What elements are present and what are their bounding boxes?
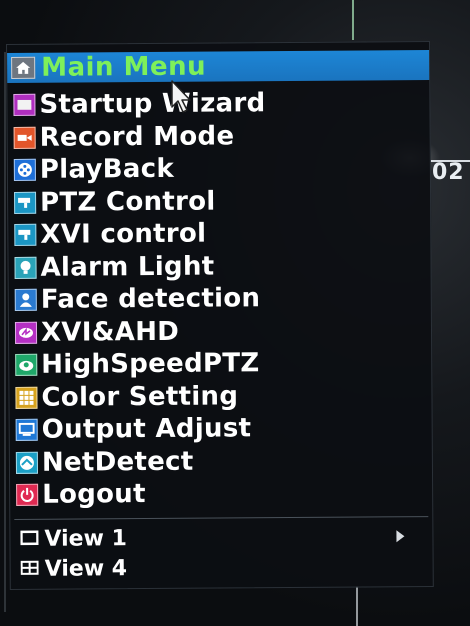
main-menu-header[interactable]: Main Menu — [7, 50, 430, 83]
feed-grid-line — [352, 0, 354, 40]
face-detection-icon — [14, 289, 37, 312]
view-layout-list: View 1 View 4 — [10, 522, 432, 585]
mouse-pointer-icon — [171, 80, 191, 113]
menu-item-label: Logout — [42, 479, 146, 511]
menu-item-alarm-light[interactable]: Alarm Light — [8, 249, 430, 284]
menu-item-xvi-ahd[interactable]: XVI&AHD — [9, 314, 431, 349]
menu-item-label: PTZ Control — [40, 186, 216, 218]
menu-item-ptz-control[interactable]: PTZ Control — [8, 184, 430, 219]
home-icon — [11, 56, 36, 79]
view-item-label: View 4 — [44, 556, 128, 582]
view-item-label: View 1 — [44, 526, 127, 552]
menu-item-view-4[interactable]: View 4 — [11, 552, 433, 585]
alarm-light-icon — [14, 256, 37, 279]
output-adjust-icon — [15, 419, 38, 442]
menu-item-label: NetDetect — [41, 446, 194, 478]
wizard-icon — [13, 94, 36, 117]
menu-item-high-speed-ptz[interactable]: HighSpeedPTZ — [9, 346, 431, 381]
main-menu-title: Main Menu — [41, 51, 207, 83]
menu-item-output-adjust[interactable]: Output Adjust — [10, 411, 432, 446]
main-menu-list: Startup Wizard Record Mode PlayBack PTZ … — [7, 86, 432, 511]
menu-item-xvi-control[interactable]: XVI control — [8, 216, 430, 251]
menu-item-label: Startup Wizard — [39, 88, 266, 121]
menu-item-label: Record Mode — [39, 121, 235, 153]
menu-item-label: PlayBack — [39, 154, 175, 186]
quad-view-icon — [20, 560, 39, 580]
menu-item-playback[interactable]: PlayBack — [8, 151, 430, 186]
menu-item-label: Face detection — [40, 283, 261, 316]
feed-grid-line — [356, 586, 358, 626]
menu-item-label: Color Setting — [41, 381, 239, 413]
menu-item-record-mode[interactable]: Record Mode — [8, 119, 430, 154]
xvi-camera-icon — [14, 224, 37, 247]
menu-item-color-setting[interactable]: Color Setting — [9, 379, 431, 414]
xvi-ahd-icon — [14, 321, 38, 344]
menu-item-label: XVI control — [40, 218, 207, 251]
submenu-arrow-icon — [396, 530, 405, 543]
high-speed-ptz-icon — [15, 354, 38, 377]
menu-item-logout[interactable]: Logout — [10, 476, 432, 511]
net-detect-icon — [15, 451, 38, 474]
menu-item-label: Alarm Light — [40, 251, 215, 283]
power-icon — [16, 484, 39, 507]
menu-divider — [14, 516, 429, 520]
single-view-icon — [20, 530, 39, 550]
menu-item-net-detect[interactable]: NetDetect — [10, 444, 432, 479]
menu-item-view-1[interactable]: View 1 — [10, 522, 432, 555]
color-setting-icon — [15, 386, 38, 409]
menu-item-label: XVI&AHD — [40, 316, 180, 348]
menu-item-label: HighSpeedPTZ — [41, 348, 260, 381]
record-icon — [13, 126, 36, 149]
menu-item-face-detection[interactable]: Face detection — [9, 281, 431, 316]
playback-icon — [13, 159, 36, 182]
ptz-camera-icon — [14, 191, 37, 214]
menu-item-startup-wizard[interactable]: Startup Wizard — [7, 86, 429, 121]
main-menu-panel: Main Menu Startup Wizard Record Mode Pla… — [6, 41, 434, 590]
menu-item-label: Output Adjust — [41, 413, 252, 446]
feed-overlay-text: 02 — [432, 160, 465, 185]
